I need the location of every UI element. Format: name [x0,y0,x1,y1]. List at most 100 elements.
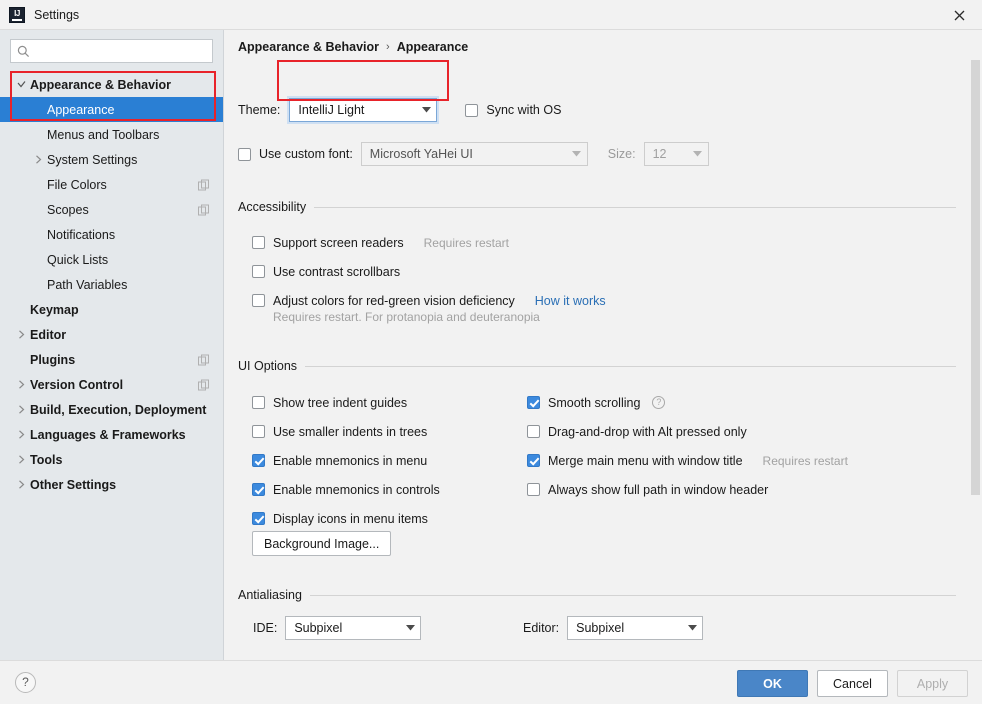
chevron-right-icon[interactable] [13,430,30,439]
settings-sidebar: Appearance & Behavior Appearance Menus and… [0,30,224,660]
chevron-right-icon[interactable] [13,405,30,414]
search-box[interactable] [10,39,213,63]
sidebar-item-quick-lists[interactable]: Quick Lists [0,247,223,272]
sidebar-item-scopes[interactable]: Scopes [0,197,223,222]
content-scrollbar-thumb[interactable] [971,60,980,495]
copy-config-icon [198,204,209,215]
section-divider [314,207,956,208]
breadcrumb-parent[interactable]: Appearance & Behavior [238,40,379,54]
accessibility-option-row[interactable]: Support screen readersRequires restart [252,228,606,257]
antialiasing-editor-row: Editor: Subpixel [523,616,703,640]
chevron-down-icon [567,151,587,157]
accessibility-option-checkbox[interactable] [252,294,265,307]
ui-option-checkbox[interactable] [252,483,265,496]
ui-option-checkbox[interactable] [527,425,540,438]
apply-button[interactable]: Apply [897,670,968,697]
accessibility-title: Accessibility [238,200,306,214]
ui-option-label: Drag-and-drop with Alt pressed only [548,425,747,439]
ui-option-checkbox[interactable] [527,396,540,409]
ui-option-row[interactable]: Display icons in menu items [252,504,440,533]
ui-option-checkbox[interactable] [252,425,265,438]
ui-option-checkbox[interactable] [252,454,265,467]
settings-content-panel: Appearance & Behavior › Appearance Theme… [225,30,982,660]
sidebar-item-label: System Settings [47,153,137,167]
antialiasing-section-header: Antialiasing [238,588,956,602]
chevron-right-icon[interactable] [13,455,30,464]
ok-button[interactable]: OK [737,670,808,697]
antialiasing-editor-select[interactable]: Subpixel [567,616,703,640]
accessibility-option-checkbox[interactable] [252,236,265,249]
sidebar-item-label: Other Settings [30,478,116,492]
accessibility-note: Requires restart. For protanopia and deu… [273,310,540,324]
chevron-down-icon[interactable] [13,80,30,89]
ui-options-title: UI Options [238,359,297,373]
sidebar-item-version-control[interactable]: Version Control [0,372,223,397]
background-image-button[interactable]: Background Image... [252,531,391,556]
ui-option-checkbox[interactable] [527,454,540,467]
section-divider [305,366,956,367]
accessibility-option-label: Use contrast scrollbars [273,265,400,279]
sidebar-item-menus-and-toolbars[interactable]: Menus and Toolbars [0,122,223,147]
intellij-idea-logo-icon [9,7,25,23]
use-custom-font-row[interactable]: Use custom font: [238,147,353,161]
sidebar-item-path-variables[interactable]: Path Variables [0,272,223,297]
ui-option-row[interactable]: Enable mnemonics in controls [252,475,440,504]
sync-with-os-row[interactable]: Sync with OS [465,103,561,117]
sidebar-item-appearance[interactable]: Appearance [0,97,223,122]
ui-option-row[interactable]: Use smaller indents in trees [252,417,440,446]
sidebar-item-label: Menus and Toolbars [47,128,159,142]
sidebar-item-other-settings[interactable]: Other Settings [0,472,223,497]
antialiasing-ide-select[interactable]: Subpixel [285,616,421,640]
ui-option-row[interactable]: Smooth scrolling? [527,388,848,417]
font-size-select[interactable]: 12 [644,142,709,166]
search-input[interactable] [35,44,206,58]
chevron-right-icon[interactable] [30,155,47,164]
sidebar-item-tools[interactable]: Tools [0,447,223,472]
sidebar-item-label: Tools [30,453,62,467]
accessibility-option-row[interactable]: Use contrast scrollbars [252,257,606,286]
ui-option-checkbox[interactable] [527,483,540,496]
sidebar-item-label: Appearance [47,103,114,117]
accessibility-option-checkbox[interactable] [252,265,265,278]
search-icon [17,45,30,58]
ui-options-right-column: Smooth scrolling? Drag-and-drop with Alt … [527,388,848,504]
ui-option-row[interactable]: Enable mnemonics in menu [252,446,440,475]
ui-option-label: Show tree indent guides [273,396,407,410]
close-icon[interactable] [936,0,982,30]
sidebar-item-editor[interactable]: Editor [0,322,223,347]
accessibility-options: Support screen readersRequires restart Us… [252,228,606,315]
ui-option-row[interactable]: Merge main menu with window titleRequire… [527,446,848,475]
ui-option-checkbox[interactable] [252,512,265,525]
sync-with-os-checkbox[interactable] [465,104,478,117]
sidebar-item-keymap[interactable]: Keymap [0,297,223,322]
theme-row: Theme: IntelliJ Light Sync with OS [238,98,561,122]
ui-option-row[interactable]: Always show full path in window header [527,475,848,504]
ui-option-row[interactable]: Drag-and-drop with Alt pressed only [527,417,848,446]
help-button[interactable]: ? [15,672,36,693]
how-it-works-link[interactable]: How it works [535,294,606,308]
ui-option-checkbox[interactable] [252,396,265,409]
chevron-right-icon[interactable] [13,380,30,389]
content-scrollbar[interactable] [969,30,982,660]
sidebar-item-label: Languages & Frameworks [30,428,186,442]
cancel-button[interactable]: Cancel [817,670,888,697]
help-icon[interactable]: ? [652,396,665,409]
sidebar-item-build-execution-deployment[interactable]: Build, Execution, Deployment [0,397,223,422]
use-custom-font-checkbox[interactable] [238,148,251,161]
sidebar-item-label: Version Control [30,378,123,392]
theme-select-value: IntelliJ Light [290,103,416,117]
sidebar-item-languages-frameworks[interactable]: Languages & Frameworks [0,422,223,447]
ui-option-label: Always show full path in window header [548,483,768,497]
chevron-right-icon[interactable] [13,330,30,339]
sidebar-item-appearance-behavior[interactable]: Appearance & Behavior [0,72,223,97]
ui-option-row[interactable]: Show tree indent guides [252,388,440,417]
breadcrumb-separator-icon: › [386,41,390,53]
sidebar-item-file-colors[interactable]: File Colors [0,172,223,197]
sidebar-item-system-settings[interactable]: System Settings [0,147,223,172]
sidebar-item-plugins[interactable]: Plugins [0,347,223,372]
sidebar-item-label: Path Variables [47,278,127,292]
custom-font-select[interactable]: Microsoft YaHei UI [361,142,588,166]
sidebar-item-notifications[interactable]: Notifications [0,222,223,247]
theme-select[interactable]: IntelliJ Light [289,98,437,122]
chevron-right-icon[interactable] [13,480,30,489]
